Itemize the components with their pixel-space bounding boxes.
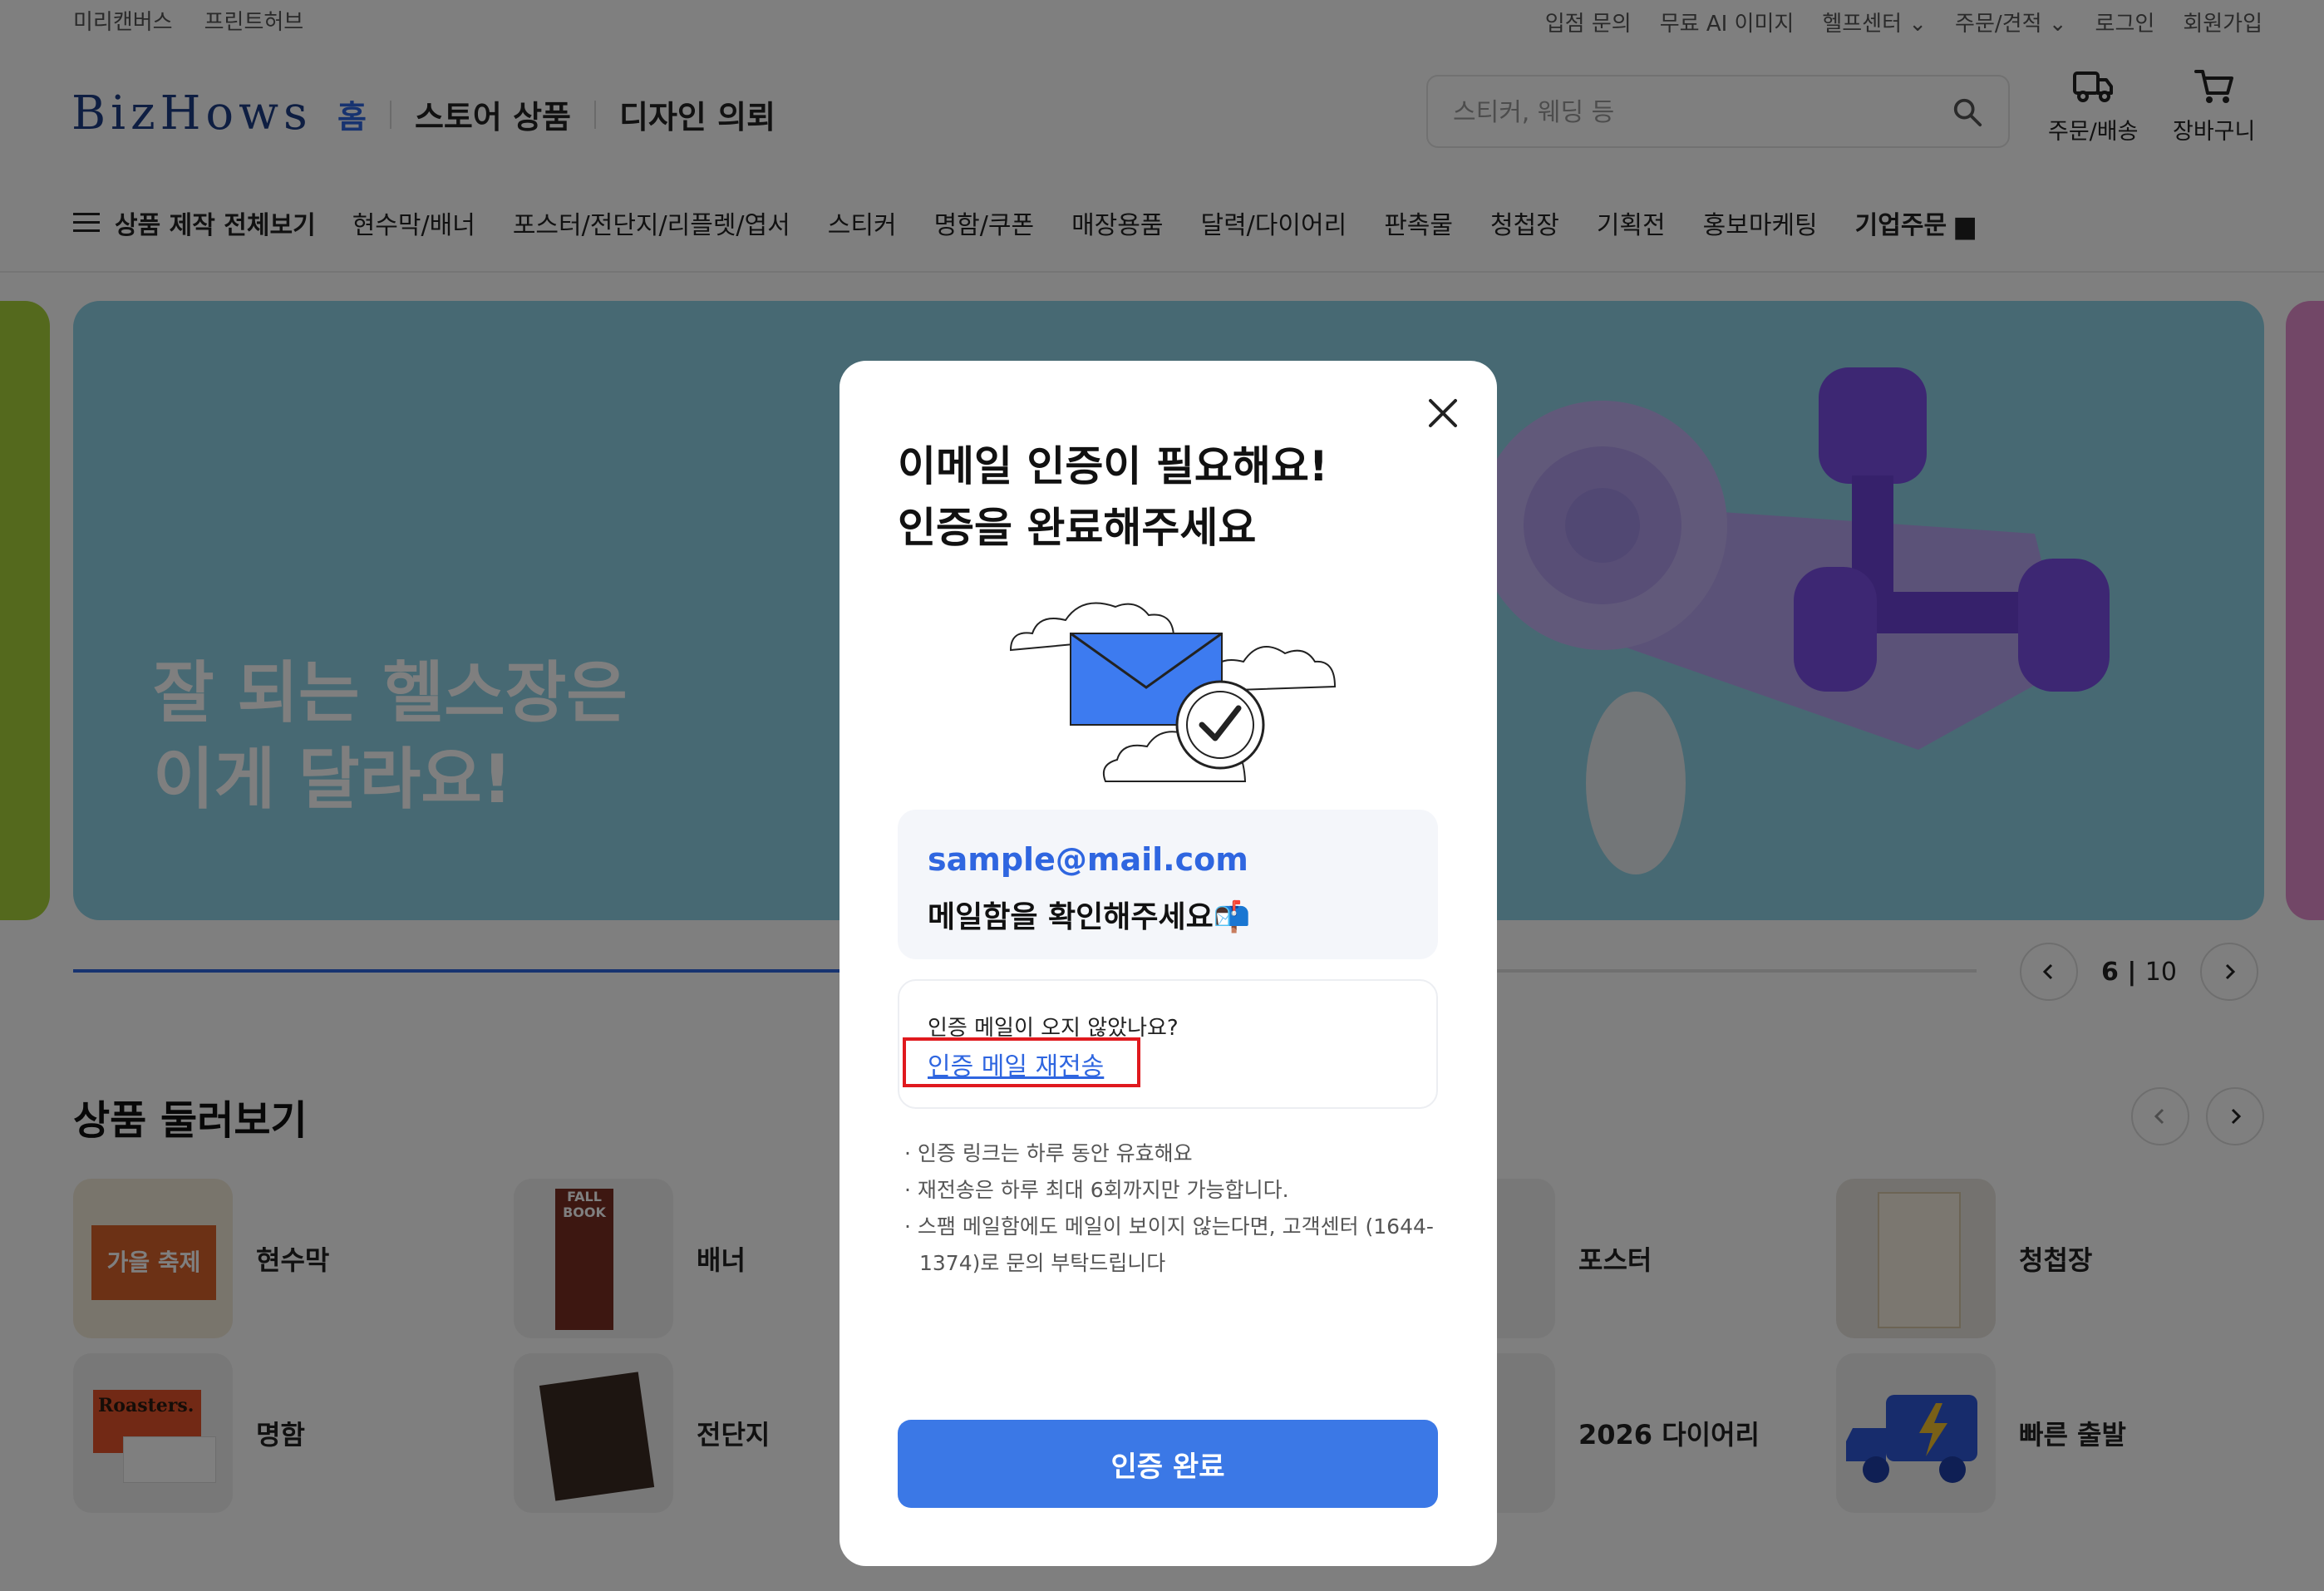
email-verification-modal: 이메일 인증이 필요해요! 인증을 완료해주세요 sample@mail.com…: [839, 361, 1497, 1566]
resend-box: 인증 메일이 오지 않았나요? 인증 메일 재전송: [898, 979, 1438, 1109]
email-check-illustration: [1009, 602, 1337, 782]
notice-list: · 인증 링크는 하루 동안 유효해요 · 재전송은 하루 최대 6회까지만 가…: [904, 1135, 1445, 1282]
modal-title: 이메일 인증이 필요해요! 인증을 완료해주세요: [898, 436, 1328, 559]
notice-item: · 인증 링크는 하루 동안 유효해요: [904, 1141, 1193, 1165]
email-address: sample@mail.com: [928, 841, 1248, 878]
close-icon[interactable]: [1422, 392, 1464, 434]
verify-complete-button[interactable]: 인증 완료: [898, 1420, 1438, 1508]
modal-title-line-1: 이메일 인증이 필요해요!: [898, 442, 1328, 490]
modal-title-line-2: 인증을 완료해주세요: [898, 504, 1257, 552]
check-inbox-text: 메일함을 확인해주세요📬: [928, 900, 1251, 934]
highlight-box: [903, 1037, 1140, 1087]
notice-item: · 스팸 메일함에도 메일이 보이지 않는다면, 고객센터 (1644-1374…: [904, 1214, 1434, 1275]
notice-item: · 재전송은 하루 최대 6회까지만 가능합니다.: [904, 1178, 1289, 1202]
page: 미리캔버스 프린트허브 입점 문의 무료 AI 이미지 헬프센터 ⌄ 주문/견적…: [0, 0, 2324, 1591]
email-info-box: sample@mail.com 메일함을 확인해주세요📬: [898, 810, 1438, 959]
